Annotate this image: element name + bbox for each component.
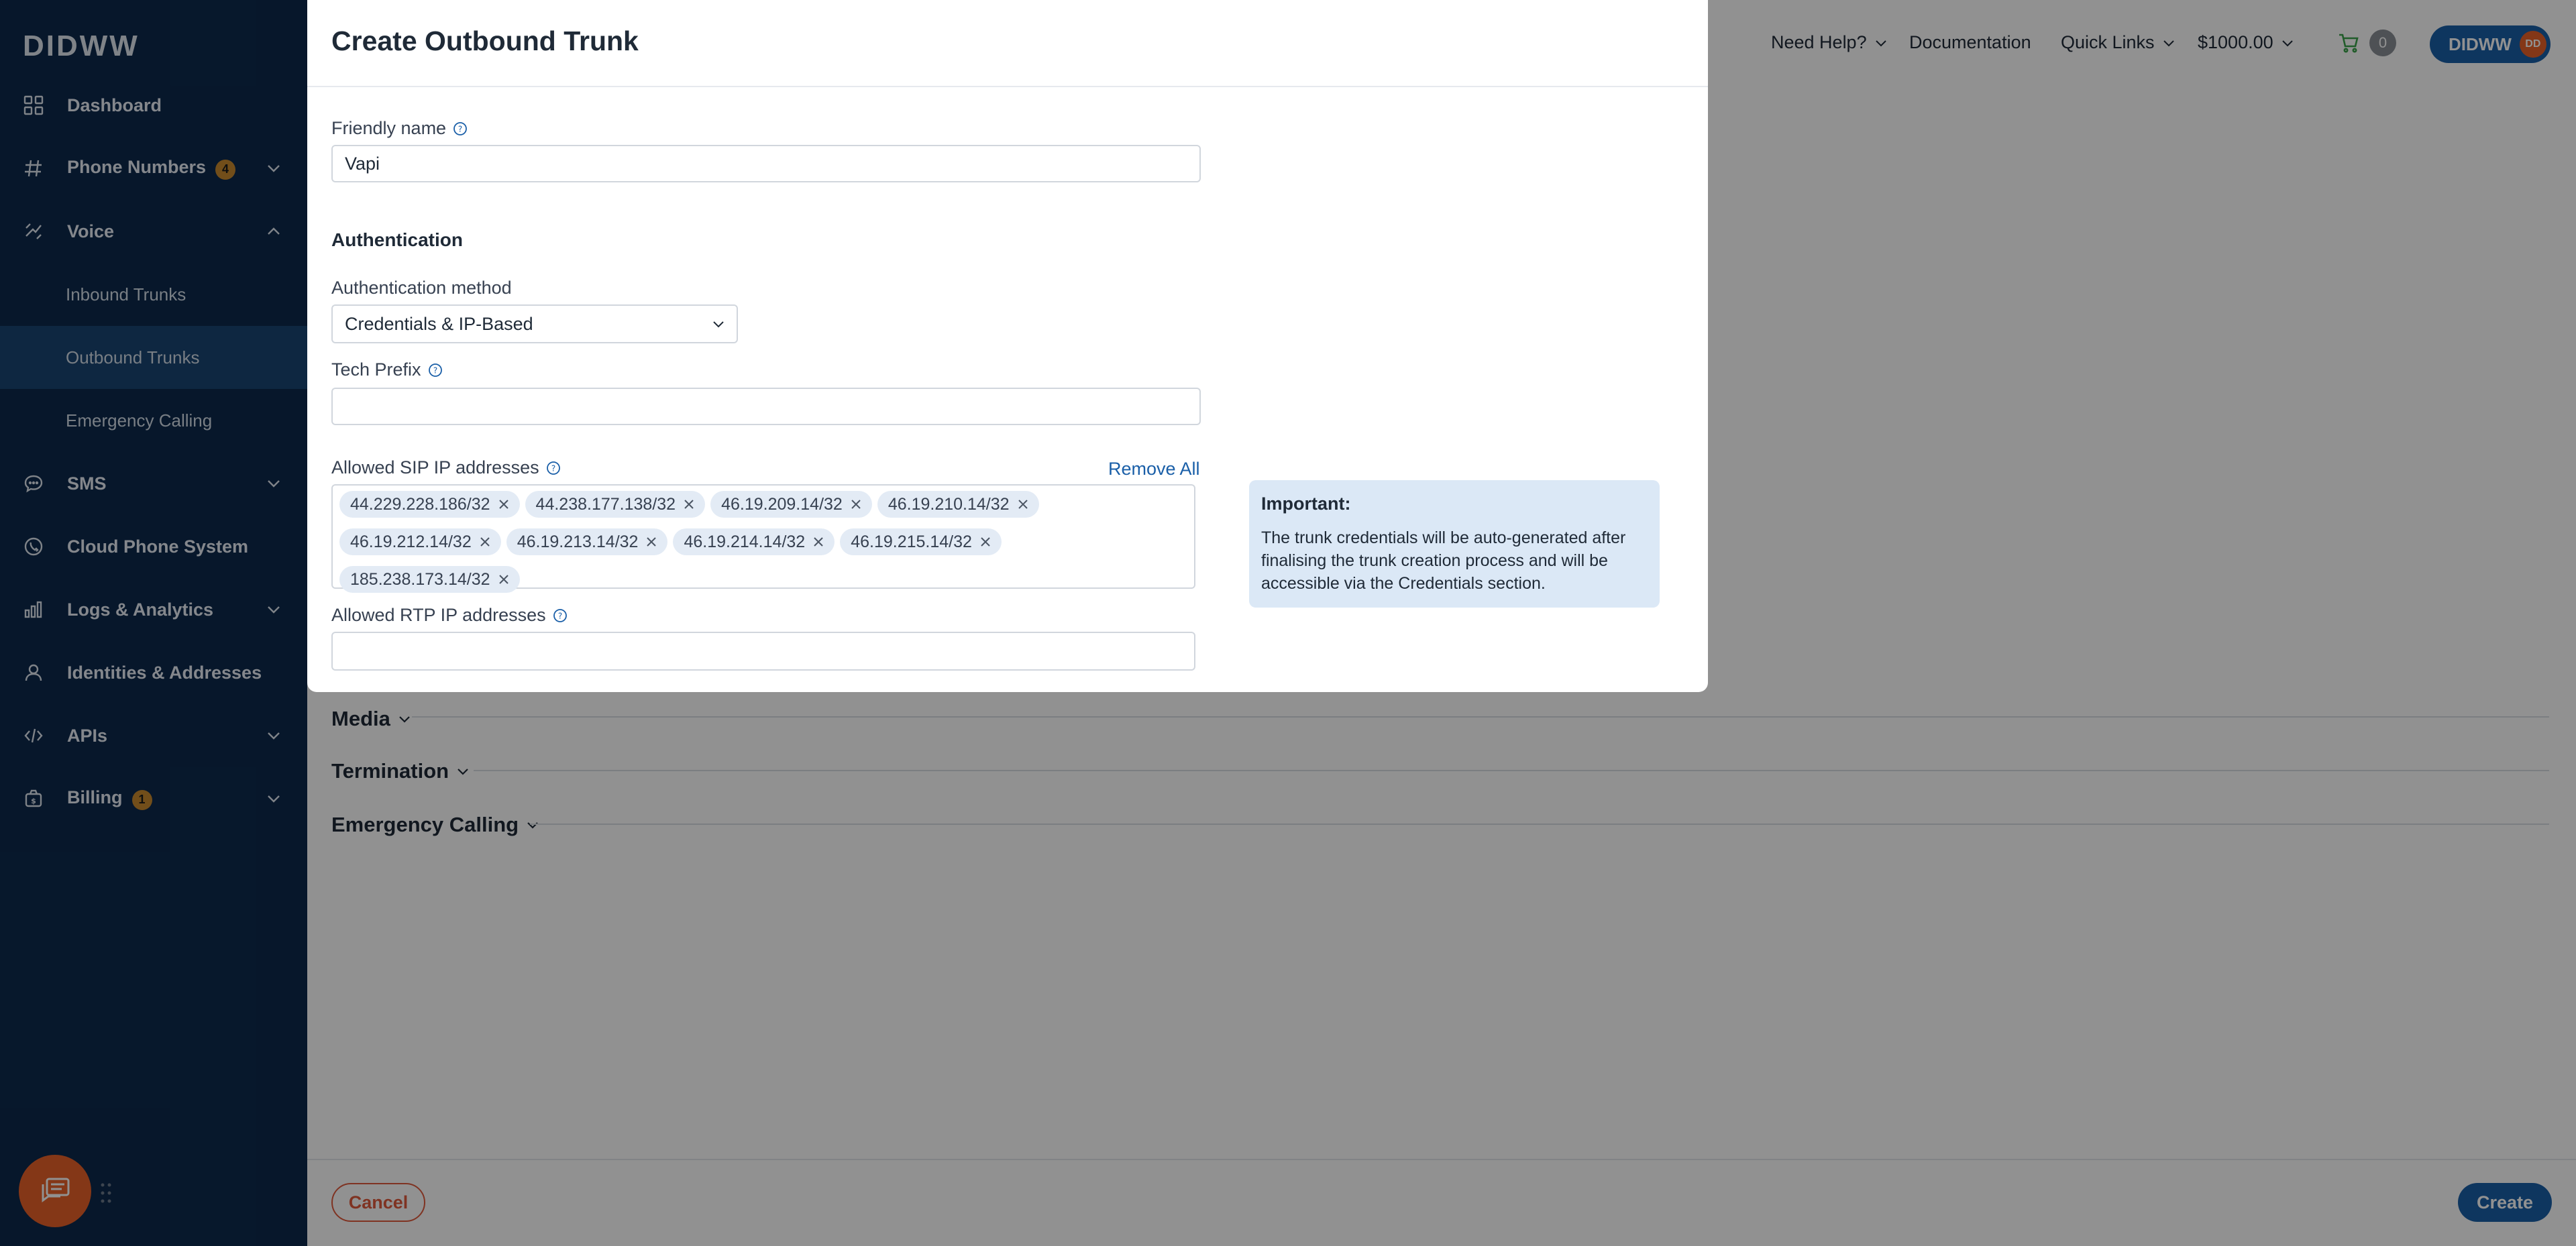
help-icon[interactable]: ?	[546, 461, 561, 475]
ip-tag-label: 46.19.215.14/32	[851, 532, 972, 551]
label-text: Friendly name	[331, 118, 447, 138]
auth-method-select[interactable]: Credentials & IP-Based	[331, 304, 738, 343]
ip-tag: 46.19.214.14/32	[673, 528, 835, 555]
help-icon[interactable]: ?	[553, 608, 568, 623]
tech-prefix-input[interactable]	[345, 396, 1199, 417]
friendly-name-field[interactable]	[331, 145, 1201, 182]
svg-text:?: ?	[551, 463, 555, 473]
remove-all-link[interactable]: Remove All	[1108, 459, 1200, 479]
label-text: Tech Prefix	[331, 359, 421, 380]
close-icon[interactable]	[682, 498, 696, 511]
label-text: Allowed SIP IP addresses	[331, 457, 539, 477]
ip-tag: 44.238.177.138/32	[525, 491, 706, 518]
help-icon[interactable]: ?	[453, 121, 468, 136]
friendly-name-label: Friendly name ?	[331, 118, 468, 139]
tech-prefix-field[interactable]	[331, 388, 1201, 425]
ip-tag-label: 185.238.173.14/32	[350, 569, 490, 589]
ip-tag: 46.19.215.14/32	[840, 528, 1002, 555]
ip-tag: 46.19.213.14/32	[506, 528, 668, 555]
authentication-heading: Authentication	[331, 229, 463, 250]
close-icon[interactable]	[645, 535, 658, 549]
ip-tag-label: 44.229.228.186/32	[350, 494, 490, 514]
auth-method-value: Credentials & IP-Based	[345, 313, 533, 334]
ip-tag-label: 46.19.213.14/32	[517, 532, 639, 551]
ip-tag: 46.19.212.14/32	[339, 528, 501, 555]
close-icon[interactable]	[1016, 498, 1030, 511]
svg-text:?: ?	[458, 124, 462, 133]
svg-text:?: ?	[558, 611, 562, 620]
modal-title: Create Outbound Trunk	[331, 25, 639, 56]
create-outbound-trunk-modal: Create Outbound Trunk Friendly name ? Au…	[307, 0, 1708, 692]
modal-header-divider	[307, 86, 1708, 87]
sip-ip-label: Allowed SIP IP addresses ?	[331, 457, 561, 478]
important-info-box: Important: The trunk credentials will be…	[1249, 480, 1660, 608]
chevron-down-icon	[713, 321, 724, 328]
info-title: Important:	[1261, 494, 1351, 514]
tech-prefix-label: Tech Prefix ?	[331, 359, 443, 380]
auth-method-label: Authentication method	[331, 278, 512, 298]
label-text: Authentication method	[331, 278, 512, 298]
ip-tag-label: 46.19.210.14/32	[888, 494, 1010, 514]
ip-tag: 44.229.228.186/32	[339, 491, 520, 518]
sip-ip-tags-input[interactable]: 44.229.228.186/32 44.238.177.138/32 46.1…	[331, 484, 1195, 593]
label-text: Allowed RTP IP addresses	[331, 605, 546, 625]
ip-tag-label: 46.19.209.14/32	[721, 494, 843, 514]
ip-tag: 185.238.173.14/32	[339, 566, 520, 593]
ip-tag: 46.19.210.14/32	[877, 491, 1039, 518]
close-icon[interactable]	[812, 535, 825, 549]
help-icon[interactable]: ?	[428, 363, 443, 378]
ip-tag: 46.19.209.14/32	[710, 491, 872, 518]
rtp-ip-label: Allowed RTP IP addresses ?	[331, 605, 568, 626]
close-icon[interactable]	[497, 498, 511, 511]
ip-tag-label: 46.19.212.14/32	[350, 532, 472, 551]
close-icon[interactable]	[979, 535, 992, 549]
friendly-name-input[interactable]	[345, 153, 1199, 174]
rtp-ip-input[interactable]	[345, 640, 1194, 662]
close-icon[interactable]	[849, 498, 863, 511]
svg-text:?: ?	[433, 365, 437, 375]
rtp-ip-field[interactable]	[331, 632, 1195, 671]
close-icon[interactable]	[478, 535, 492, 549]
close-icon[interactable]	[497, 573, 511, 586]
info-text: The trunk credentials will be auto-gener…	[1261, 528, 1626, 593]
ip-tag-label: 44.238.177.138/32	[535, 494, 676, 514]
ip-tag-label: 46.19.214.14/32	[684, 532, 806, 551]
